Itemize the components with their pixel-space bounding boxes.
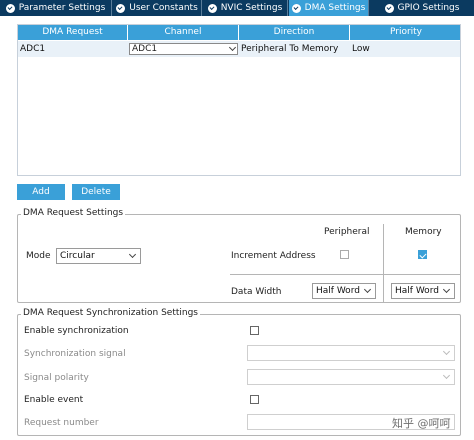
increment-memory-checkbox[interactable] (418, 250, 427, 259)
tab-label: GPIO Settings (397, 3, 460, 13)
column-header-channel[interactable]: Channel (128, 25, 239, 40)
dma-request-table: DMA Request Channel Direction Priority A… (17, 24, 461, 176)
column-divider (383, 224, 384, 302)
signal-polarity-select[interactable] (247, 369, 455, 385)
check-circle-icon (291, 3, 301, 13)
check-circle-icon (116, 3, 126, 13)
mode-select[interactable]: Circular (56, 248, 141, 264)
dma-request-settings-legend: DMA Request Settings (21, 208, 126, 218)
watermark-text: 知乎 @呵呵 (392, 417, 451, 430)
tab-bar: Parameter Settings User Constants NVIC S… (0, 0, 474, 16)
channel-select[interactable]: ADC1 (129, 43, 238, 55)
data-width-label: Data Width (231, 287, 282, 297)
chevron-down-icon (363, 285, 372, 294)
peripheral-data-width-select[interactable]: Half Word (312, 283, 376, 299)
chevron-down-icon (128, 250, 137, 259)
add-button[interactable]: Add (17, 184, 65, 200)
chevron-down-icon (442, 347, 451, 356)
enable-sync-checkbox[interactable] (250, 326, 259, 335)
peripheral-width-value: Half Word (316, 286, 360, 296)
cell-direction: Peripheral To Memory (241, 44, 339, 54)
sync-signal-select[interactable] (247, 345, 455, 361)
row-divider (230, 274, 461, 275)
delete-button[interactable]: Delete (72, 184, 120, 200)
increment-address-label: Increment Address (231, 251, 316, 261)
tab-nvic-settings[interactable]: NVIC Settings (203, 0, 288, 16)
cell-dma-request: ADC1 (20, 44, 46, 54)
sync-signal-label: Synchronization signal (24, 349, 126, 359)
check-circle-icon (384, 3, 394, 13)
memory-data-width-select[interactable]: Half Word (391, 283, 455, 299)
enable-event-checkbox[interactable] (250, 395, 259, 404)
enable-event-label: Enable event (24, 395, 84, 405)
tab-label: User Constants (129, 3, 198, 13)
tab-label: Parameter Settings (18, 3, 106, 13)
tab-user-constants[interactable]: User Constants (113, 0, 202, 16)
mode-label: Mode (26, 251, 51, 261)
peripheral-column-label: Peripheral (324, 227, 370, 237)
tab-gpio-settings[interactable]: GPIO Settings (370, 0, 474, 16)
tab-label: DMA Settings (304, 3, 366, 13)
tab-parameter-settings[interactable]: Parameter Settings (0, 0, 112, 16)
memory-width-value: Half Word (395, 286, 439, 296)
check-circle-icon (5, 3, 15, 13)
request-number-label: Request number (24, 418, 99, 428)
chevron-down-icon (442, 371, 451, 380)
mode-value: Circular (60, 251, 95, 261)
cell-priority: Low (352, 44, 370, 54)
column-header-priority[interactable]: Priority (350, 25, 462, 40)
channel-value: ADC1 (132, 44, 158, 54)
chevron-down-icon (442, 285, 451, 294)
check-circle-icon (207, 3, 217, 13)
enable-sync-label: Enable synchronization (24, 326, 129, 336)
tab-label: NVIC Settings (220, 3, 283, 13)
chevron-down-icon (228, 43, 237, 52)
increment-peripheral-checkbox[interactable] (340, 250, 349, 259)
table-header: DMA Request Channel Direction Priority (18, 25, 460, 40)
column-header-direction[interactable]: Direction (239, 25, 350, 40)
tab-dma-settings[interactable]: DMA Settings (289, 0, 369, 16)
dma-sync-settings-legend: DMA Request Synchronization Settings (21, 308, 200, 318)
memory-column-label: Memory (405, 227, 442, 237)
column-header-dma-request[interactable]: DMA Request (18, 25, 128, 40)
table-row[interactable]: ADC1 ADC1 Peripheral To Memory Low (18, 41, 460, 57)
signal-polarity-label: Signal polarity (24, 373, 89, 383)
